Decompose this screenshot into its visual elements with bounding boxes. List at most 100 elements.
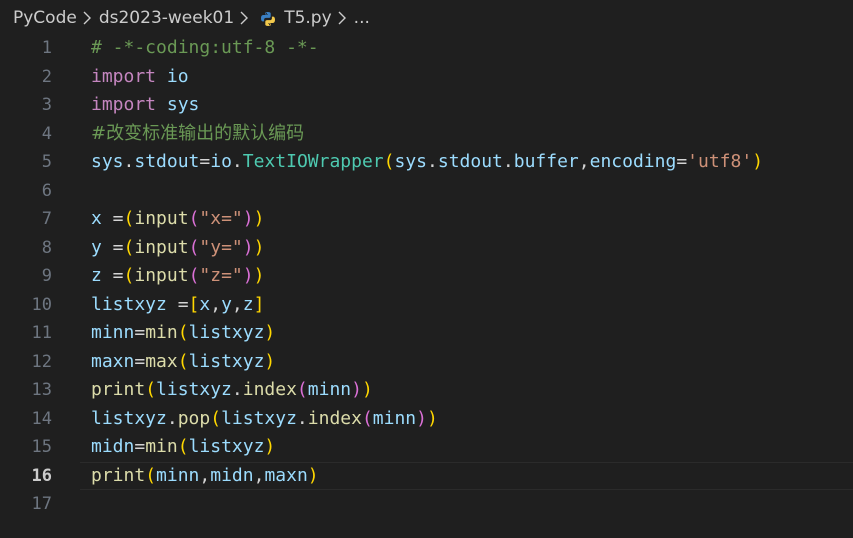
- chevron-right-icon: [79, 8, 97, 28]
- code-token: #改变标准输出的默认编码: [91, 122, 305, 144]
- code-token: import: [91, 65, 157, 87]
- code-token: listxyz: [188, 350, 265, 372]
- code-token: listxyz: [91, 407, 167, 429]
- code-token: ): [242, 236, 254, 258]
- code-token: sys: [166, 94, 200, 115]
- code-line[interactable]: 7x =(input("x=")): [0, 205, 853, 234]
- code-token: index: [242, 379, 297, 400]
- code-line[interactable]: 13 print(listxyz.index(minn)): [0, 376, 853, 405]
- code-token: (: [145, 379, 157, 400]
- code-token: =: [134, 322, 146, 343]
- code-token: io: [166, 65, 189, 87]
- code-token: stdout: [134, 151, 200, 172]
- code-token: ]: [253, 293, 265, 315]
- code-token: minn: [372, 407, 417, 429]
- code-line[interactable]: 17: [0, 490, 853, 519]
- code-token: stdout: [437, 151, 503, 172]
- line-code: maxn=max(listxyz): [91, 348, 275, 377]
- code-line[interactable]: 3 import sys: [0, 91, 853, 120]
- breadcrumb-file-t5py[interactable]: T5.py: [284, 8, 331, 28]
- code-token: x: [199, 293, 211, 315]
- code-token: (: [123, 208, 135, 229]
- code-token: "z=": [199, 265, 243, 286]
- code-token: index: [307, 407, 362, 429]
- line-number: 5: [41, 152, 52, 172]
- line-code: y =(input("y=")): [91, 234, 264, 263]
- code-line[interactable]: 8 y =(input("y=")): [0, 234, 853, 263]
- breadcrumb-folder-pycode[interactable]: PyCode: [13, 8, 77, 28]
- code-token: ): [307, 464, 319, 486]
- code-editor[interactable]: 1 # -*-coding:utf-8 -*- 2 import io 3 import …: [0, 34, 853, 538]
- code-token: =: [134, 350, 146, 372]
- code-token: ): [242, 265, 254, 286]
- code-token: (: [383, 151, 395, 172]
- code-token: .: [502, 151, 514, 172]
- line-number: 15: [31, 437, 52, 457]
- code-token: sys: [394, 151, 428, 172]
- line-number: 8: [41, 237, 52, 258]
- code-line[interactable]: 6: [0, 177, 853, 206]
- code-token: ): [361, 379, 373, 400]
- code-token: x: [91, 208, 102, 229]
- code-token: ,: [210, 293, 222, 315]
- line-code: import sys: [91, 91, 199, 120]
- code-token: ): [752, 151, 764, 172]
- code-line[interactable]: 1 # -*-coding:utf-8 -*-: [0, 34, 853, 63]
- line-code: midn=min(listxyz): [91, 433, 275, 462]
- code-line[interactable]: 11 minn=min(listxyz): [0, 319, 853, 348]
- code-token: midn: [91, 436, 135, 457]
- code-token: ,: [578, 151, 590, 172]
- code-token: # -*-coding:utf-8 -*-: [91, 37, 319, 58]
- code-line[interactable]: 4 #改变标准输出的默认编码: [0, 120, 853, 149]
- code-line[interactable]: 12 maxn=max(listxyz): [0, 348, 853, 377]
- line-code: minn=min(listxyz): [91, 319, 275, 348]
- code-token: pop: [177, 407, 211, 429]
- code-token: (: [145, 464, 157, 486]
- code-token: print: [91, 464, 146, 486]
- code-token: .: [123, 151, 135, 172]
- code-token: "x=": [199, 208, 243, 229]
- breadcrumb-symbols-ellipsis[interactable]: ...: [354, 8, 370, 28]
- code-token: .: [231, 379, 243, 400]
- python-icon: [260, 11, 276, 27]
- code-token: (: [210, 407, 222, 429]
- code-token: minn: [156, 464, 200, 486]
- code-token: input: [134, 236, 189, 258]
- code-line[interactable]: 15 midn=min(listxyz): [0, 433, 853, 462]
- code-token: input: [134, 265, 189, 286]
- code-token: ): [253, 265, 265, 286]
- code-token: (: [296, 379, 308, 400]
- line-number: 7: [41, 209, 52, 229]
- code-token: .: [427, 151, 438, 172]
- code-token: (: [361, 407, 373, 429]
- code-token: ,: [199, 464, 211, 486]
- line-code: print(listxyz.index(minn)): [91, 376, 373, 405]
- line-number: 16: [31, 465, 52, 486]
- code-token: y: [221, 293, 232, 315]
- line-number: 17: [31, 494, 52, 514]
- code-token: ): [264, 436, 276, 457]
- code-token: =: [166, 293, 189, 315]
- code-line[interactable]: 10 listxyz =[x,y,z]: [0, 291, 853, 320]
- code-token: min: [145, 322, 178, 343]
- code-token: ): [253, 208, 265, 229]
- line-number: 3: [41, 95, 52, 115]
- code-token: =: [134, 436, 146, 457]
- code-line[interactable]: 16 print(minn,midn,maxn): [0, 461, 853, 491]
- code-token: listxyz: [221, 407, 297, 429]
- code-line[interactable]: 5 sys.stdout=io.TextIOWrapper(sys.stdout.…: [0, 148, 853, 177]
- code-line[interactable]: 9z =(input("z=")): [0, 262, 853, 291]
- code-token: midn: [210, 464, 254, 486]
- code-token: ): [264, 322, 276, 343]
- code-token: (: [188, 265, 200, 286]
- line-number: 6: [41, 180, 52, 201]
- code-line[interactable]: 14 listxyz.pop(listxyz.index(minn)): [0, 405, 853, 434]
- code-token: ,: [253, 464, 265, 486]
- line-number: 2: [41, 66, 52, 87]
- line-code: # -*-coding:utf-8 -*-: [91, 34, 319, 63]
- code-line[interactable]: 2 import io: [0, 63, 853, 92]
- breadcrumb-folder-ds2023-week01[interactable]: ds2023-week01: [99, 8, 234, 28]
- code-token: ): [351, 379, 362, 400]
- code-token: z: [91, 265, 102, 286]
